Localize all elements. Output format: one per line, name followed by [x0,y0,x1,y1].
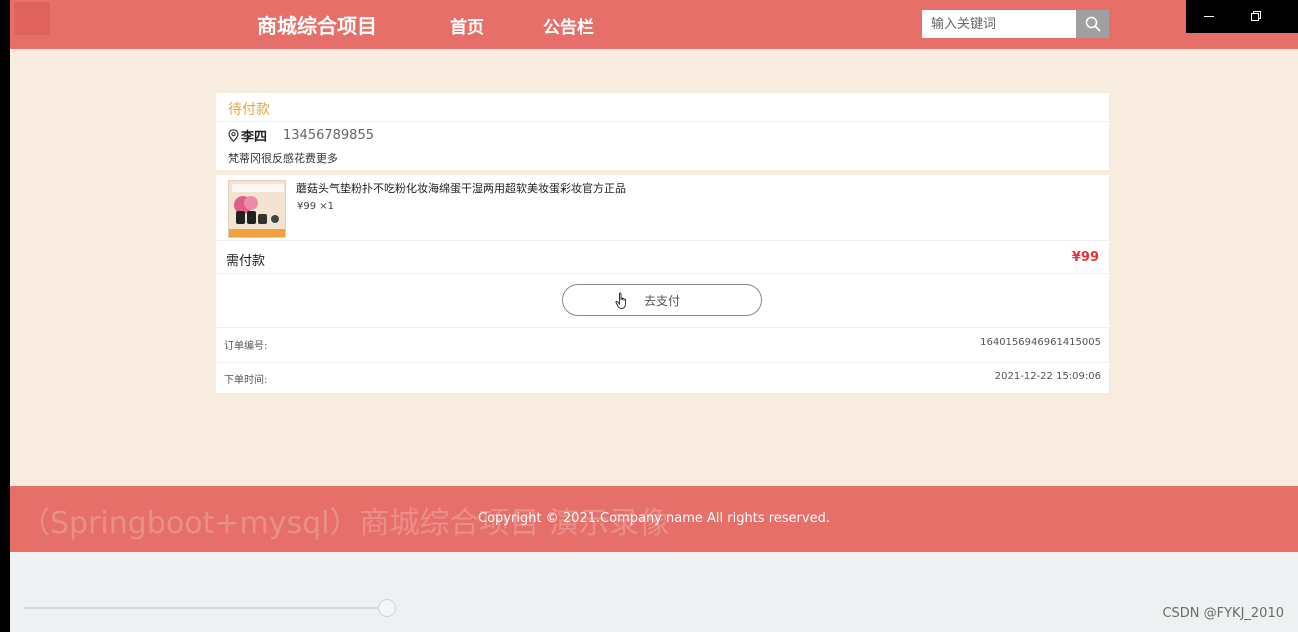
pay-button[interactable]: 去支付 [562,284,762,316]
watermark: CSDN @FYKJ_2010 [1162,606,1284,621]
product-price-qty: ¥99 ×1 [297,201,335,212]
divider [216,240,1109,241]
restore-icon [1251,11,1261,21]
corner-button[interactable] [14,2,50,35]
order-time-label: 下单时间: [224,375,268,386]
search-icon [1085,16,1100,32]
order-detail: 待付款 李四 13456789855 梵蒂冈很反感花费更多 蘑菇头气垫粉扑不吃粉… [216,93,1109,393]
copyright: Copyright © 2021.Company name All rights… [478,511,830,526]
restore-button[interactable] [1241,4,1271,28]
recipient-name: 李四 [241,130,268,145]
location-pin-icon [228,129,239,142]
recipient-row: 李四 13456789855 [228,126,374,145]
order-status: 待付款 [228,102,270,118]
order-number-label: 订单编号: [224,341,268,352]
video-progress-handle[interactable] [378,599,396,617]
minimize-icon [1204,16,1214,17]
video-progress-track[interactable] [24,607,384,609]
divider [216,327,1109,328]
product-name[interactable]: 蘑菇头气垫粉扑不吃粉化妆海绵蛋干湿两用超软美妆蛋彩妆官方正品 [296,180,626,196]
page: 商城综合项目 首页 公告栏 待付款 李四 13456789855 梵蒂冈很反感花… [10,0,1298,552]
recipient-phone: 13456789855 [283,128,374,143]
pay-button-label: 去支付 [643,293,680,308]
window-controls [1186,0,1298,33]
header: 商城综合项目 首页 公告栏 [10,0,1298,49]
need-pay-amount: ¥99 [1071,250,1099,265]
screen-left-edge [0,0,10,632]
divider [216,362,1109,363]
order-number-value: 1640156946961415005 [980,337,1101,348]
nav-home[interactable]: 首页 [450,13,484,38]
minimize-button[interactable] [1194,4,1224,28]
brand-title[interactable]: 商城综合项目 [257,10,377,39]
nav-notice-board[interactable]: 公告栏 [543,13,594,38]
hand-cursor-icon [615,292,626,309]
search-button[interactable] [1076,10,1109,38]
product-image-icon [229,181,285,237]
order-items-card: 蘑菇头气垫粉扑不吃粉化妆海绵蛋干湿两用超软美妆蛋彩妆官方正品 ¥99 ×1 需付… [216,175,1109,393]
product-thumbnail[interactable] [228,180,286,238]
footer: （Springboot+mysql）商城综合项目 演示录像 Copyright … [10,486,1298,552]
order-time-value: 2021-12-22 15:09:06 [994,371,1101,382]
recipient-address: 梵蒂冈很反感花费更多 [228,152,338,165]
divider [216,121,1109,122]
search-input[interactable] [922,10,1076,38]
order-summary-card: 待付款 李四 13456789855 梵蒂冈很反感花费更多 [216,93,1109,170]
divider [216,273,1109,274]
need-pay-label: 需付款 [226,254,266,269]
